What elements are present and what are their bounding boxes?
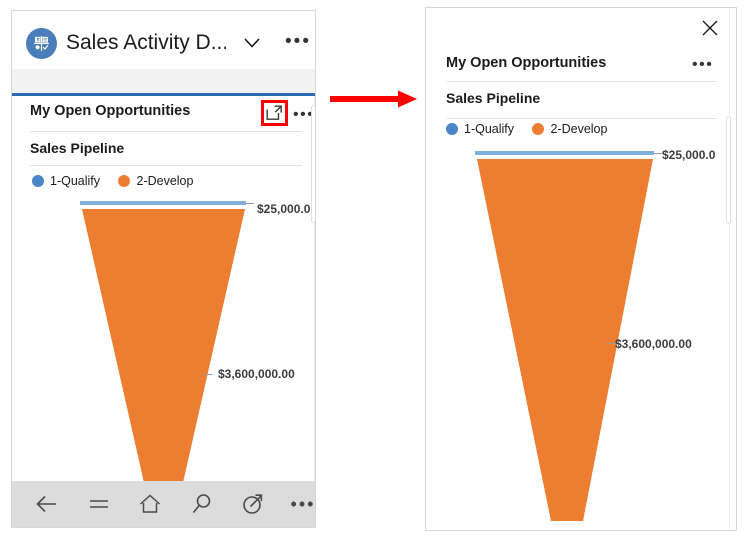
expanded-funnel-segment-qualify[interactable] [475,151,654,155]
chart-divider [30,165,302,166]
expanded-chart-divider [447,118,717,119]
panel-scroll-thumb[interactable] [311,105,315,223]
chart-legend: 1-Qualify 2-Develop [32,174,207,192]
expanded-legend-label-qualify: 1-Qualify [464,122,515,136]
bottom-nav-ellipsis-icon[interactable]: ••• [290,491,315,517]
app-overflow-menu-icon[interactable]: ••• [284,31,312,53]
card-title: My Open Opportunities [30,103,191,119]
expanded-legend-item-develop[interactable]: 2-Develop [532,122,607,136]
legend-label-qualify: 1-Qualify [50,174,101,188]
back-icon[interactable] [34,491,60,517]
app-header: Sales Activity D... ••• [12,11,315,69]
expanded-card-divider [447,81,717,82]
expanded-legend-swatch-qualify [446,123,458,135]
expand-icon-highlight-box [261,100,288,126]
legend-label-develop: 2-Develop [136,174,194,188]
home-icon[interactable] [137,491,163,517]
legend-swatch-develop [118,175,131,187]
expanded-qualify-value-label: $25,000.0 [662,148,716,162]
legend-item-qualify[interactable]: 1-Qualify [32,174,100,188]
expanded-develop-value-label: $3,600,000.00 [615,337,692,351]
funnel-chart-svg [80,201,246,487]
expanded-qualify-label-leader [654,153,662,154]
funnel-segment-develop[interactable] [82,209,245,487]
expanded-funnel-chart-svg [475,151,654,521]
chevron-down-icon[interactable] [240,33,264,53]
expanded-chart-legend: 1-Qualify 2-Develop [446,122,621,140]
app-title: Sales Activity D... [66,31,226,54]
dynamics-sales-grid-icon [26,28,57,59]
header-subbar [12,69,315,93]
funnel-chart [12,197,315,487]
red-pointer-arrow [328,88,420,110]
expanded-legend-item-qualify[interactable]: 1-Qualify [446,122,514,136]
funnel-segment-qualify[interactable] [80,201,246,205]
qualify-label-leader [246,203,254,204]
relationship-assistant-icon[interactable] [240,491,266,517]
legend-swatch-qualify [32,175,44,187]
develop-label-leader [203,374,212,375]
close-icon[interactable] [699,17,721,39]
hamburger-menu-icon[interactable] [86,491,112,517]
expanded-overflow-menu-icon[interactable]: ••• [692,57,714,73]
expanded-funnel-chart [425,145,737,525]
search-icon[interactable] [189,491,215,517]
expanded-chart-title: Sales Pipeline [446,90,541,106]
card-divider [30,131,302,132]
expanded-legend-label-develop: 2-Develop [550,122,608,136]
expanded-card-title: My Open Opportunities [446,55,607,71]
chart-title: Sales Pipeline [30,140,125,156]
bottom-navigation-bar: ••• [12,481,315,527]
develop-value-label: $3,600,000.00 [218,367,295,381]
mobile-app-panel: Sales Activity D... ••• My Open Opportun… [11,10,316,528]
legend-item-develop[interactable]: 2-Develop [118,174,193,188]
expanded-legend-swatch-develop [532,123,545,135]
qualify-value-label: $25,000.0 [257,202,311,216]
